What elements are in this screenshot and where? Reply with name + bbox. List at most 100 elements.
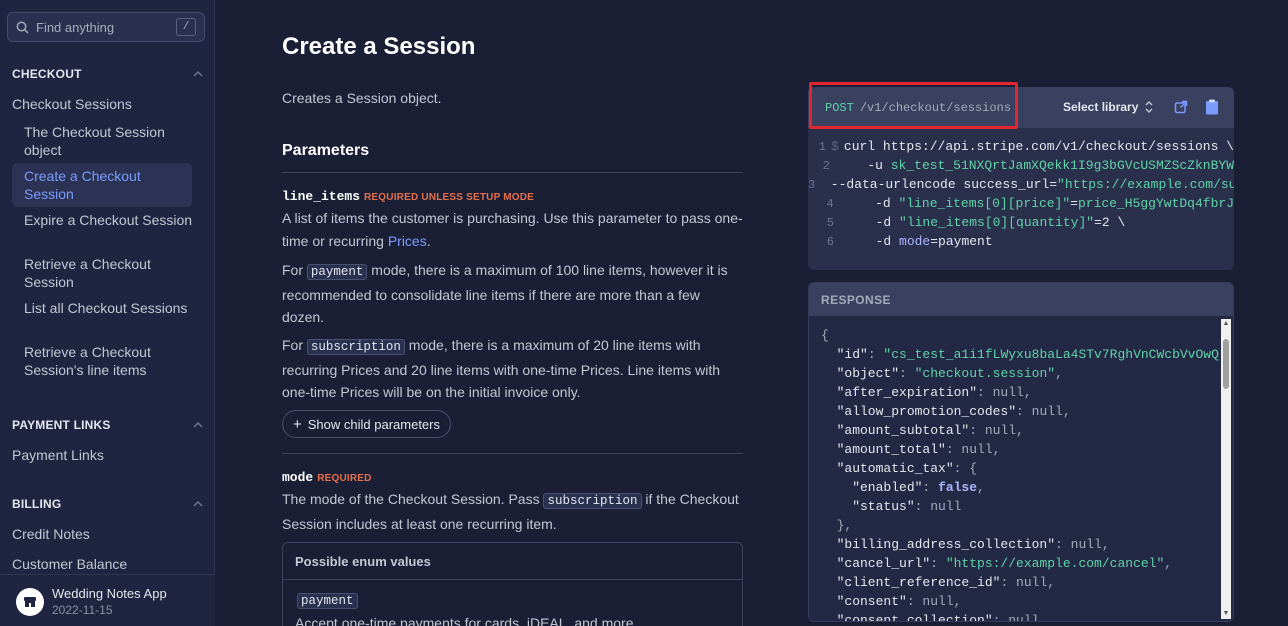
shell-prompt — [830, 158, 852, 177]
json-token: false — [938, 480, 978, 495]
code-line: 1 $ curl https://api.stripe.com/v1/checkou… — [808, 139, 1234, 158]
sidebar: Find anything / CHECKOUT Checkout Sessio… — [0, 0, 215, 626]
section-payment-links-header[interactable]: PAYMENT LINKS — [12, 418, 204, 432]
sidebar-item-retrieve-checkout-session[interactable]: Retrieve a Checkout Session — [24, 255, 194, 291]
search-input[interactable]: Find anything / — [7, 12, 205, 42]
scroll-down-arrow-icon[interactable]: ▼ — [1222, 610, 1230, 618]
plus-icon: + — [293, 415, 302, 433]
code-token: "line_items[0][price]" — [898, 196, 1071, 211]
enum-heading: Possible enum values — [283, 543, 742, 580]
line-number: 3 — [808, 178, 816, 192]
search-placeholder: Find anything — [36, 19, 115, 35]
json-token: "checkout.session" — [914, 366, 1056, 381]
response-line: "status": null — [821, 499, 1219, 518]
sidebar-item-list-checkout-sessions[interactable]: List all Checkout Sessions — [24, 299, 194, 317]
prices-link[interactable]: Prices — [388, 233, 427, 249]
code-line: 6 -d mode =payment — [808, 234, 1234, 253]
store-icon — [24, 597, 36, 607]
response-line: "object": "checkout.session", — [821, 366, 1219, 385]
desc-text: . — [426, 232, 431, 249]
sidebar-item-expire-checkout-session[interactable]: Expire a Checkout Session — [24, 211, 194, 229]
search-shortcut: / — [176, 18, 196, 36]
response-json: { "id": "cs_test_a1i1fLWyxu8baLa4STv7Rgh… — [821, 328, 1219, 621]
code-token: = — [1070, 196, 1078, 211]
param-line-items-description: A list of items the customer is purchasi… — [282, 207, 743, 252]
json-token: }, — [821, 518, 853, 533]
response-line: }, — [821, 518, 1219, 537]
code-token: =payment — [930, 234, 993, 249]
line-number: 5 — [826, 216, 834, 230]
response-line: "after_expiration": null, — [821, 385, 1219, 404]
section-checkout-header[interactable]: CHECKOUT — [12, 67, 204, 81]
required-badge: REQUIRED UNLESS SETUP MODE — [364, 192, 535, 203]
button-label: Show child parameters — [307, 416, 440, 432]
scroll-up-arrow-icon[interactable]: ▲ — [1222, 320, 1230, 328]
code-token: =2 \ — [1094, 215, 1126, 230]
select-library-dropdown[interactable]: Select library — [1063, 100, 1155, 114]
param-mode-description: The mode of the Checkout Session. Pass s… — [282, 488, 743, 535]
code-token: "line_items[0][quantity]" — [899, 215, 1095, 230]
json-token: "automatic_tax" — [821, 461, 954, 476]
response-scrollbar[interactable]: ▲ ▼ — [1221, 319, 1231, 619]
response-line: "amount_subtotal": null, — [821, 423, 1219, 442]
copy-icon[interactable] — [1205, 99, 1219, 115]
sidebar-item-create-checkout-session[interactable]: Create a Checkout Session — [24, 167, 194, 203]
json-token: : — [922, 480, 939, 495]
shell-prompt — [834, 234, 860, 253]
response-line: "consent": null, — [821, 594, 1219, 613]
sidebar-item-customer-balance[interactable]: Customer Balance — [12, 556, 127, 572]
json-token: "status" — [821, 499, 915, 514]
account-switcher[interactable]: Wedding Notes App 2022-11-15 — [0, 574, 215, 626]
response-line: "enabled": false, — [821, 480, 1219, 499]
code-line: 3 --data-urlencode success_url= "https://… — [808, 177, 1234, 196]
code-token: mode — [899, 234, 931, 249]
open-external-icon[interactable] — [1174, 100, 1188, 114]
search-icon — [16, 21, 29, 34]
scroll-thumb[interactable] — [1223, 339, 1229, 389]
response-line: { — [821, 328, 1219, 347]
enum-value: payment — [297, 593, 358, 609]
line-number: 1 — [818, 140, 826, 154]
line-number: 6 — [826, 235, 834, 249]
json-token: : null — [914, 499, 962, 514]
sidebar-item-credit-notes[interactable]: Credit Notes — [12, 526, 90, 542]
sidebar-item-retrieve-line-items[interactable]: Retrieve a Checkout Session's line items — [24, 343, 194, 379]
code-token: price_H5ggYwtDq4fbrJ — [1077, 196, 1234, 211]
code-line: 2 -u sk_test_51NXQrtJamXQekk1I9g3bGVcUSM… — [808, 158, 1234, 177]
account-date: 2022-11-15 — [52, 603, 113, 617]
dropdown-label: Select library — [1063, 100, 1139, 114]
section-title: CHECKOUT — [12, 67, 82, 81]
param-line-items-subscription-note: For subscription mode, there is a maximu… — [282, 334, 743, 404]
json-token: "object" — [821, 366, 900, 381]
response-line: "consent_collection": null, — [821, 613, 1219, 621]
json-token: : null, — [945, 442, 1001, 457]
json-token: : null, — [1000, 575, 1056, 590]
sidebar-item-checkout-sessions[interactable]: Checkout Sessions — [12, 96, 132, 112]
response-line: "allow_promotion_codes": null, — [821, 404, 1219, 423]
code-token: -u — [851, 158, 891, 173]
json-token: "cancel_url" — [821, 556, 931, 571]
avatar — [16, 588, 44, 616]
param-line-items-name: line_items REQUIRED UNLESS SETUP MODE — [282, 189, 534, 204]
code-token: "https://example.com/success" — [1057, 177, 1234, 192]
json-token: { — [821, 328, 829, 343]
code-token: sk_test_51NXQrtJamXQekk1I9g3bGVcUSMZScZk… — [890, 158, 1234, 173]
json-token: "allow_promotion_codes" — [821, 404, 1017, 419]
response-line: "automatic_tax": { — [821, 461, 1219, 480]
divider — [282, 453, 743, 454]
json-token: , — [977, 480, 985, 495]
code-snippet: 1 $ curl https://api.stripe.com/v1/checkou… — [808, 139, 1234, 253]
code-token: curl https://api.stripe.com/v1/checkout/… — [843, 139, 1234, 154]
sidebar-item-checkout-session-object[interactable]: The Checkout Session object — [24, 123, 194, 159]
code-token: -d — [859, 196, 899, 211]
code-token: -d — [860, 234, 900, 249]
json-token: : — [867, 347, 884, 362]
section-billing-header[interactable]: BILLING — [12, 497, 204, 511]
inline-code: subscription — [543, 493, 642, 509]
code-token: -d — [860, 215, 900, 230]
line-number: 4 — [826, 197, 834, 211]
code-token: --data-urlencode success_url= — [815, 177, 1058, 192]
chevron-updown-icon — [1145, 101, 1153, 113]
show-child-parameters-button[interactable]: + Show child parameters — [282, 410, 451, 438]
sidebar-item-payment-links[interactable]: Payment Links — [12, 447, 104, 463]
